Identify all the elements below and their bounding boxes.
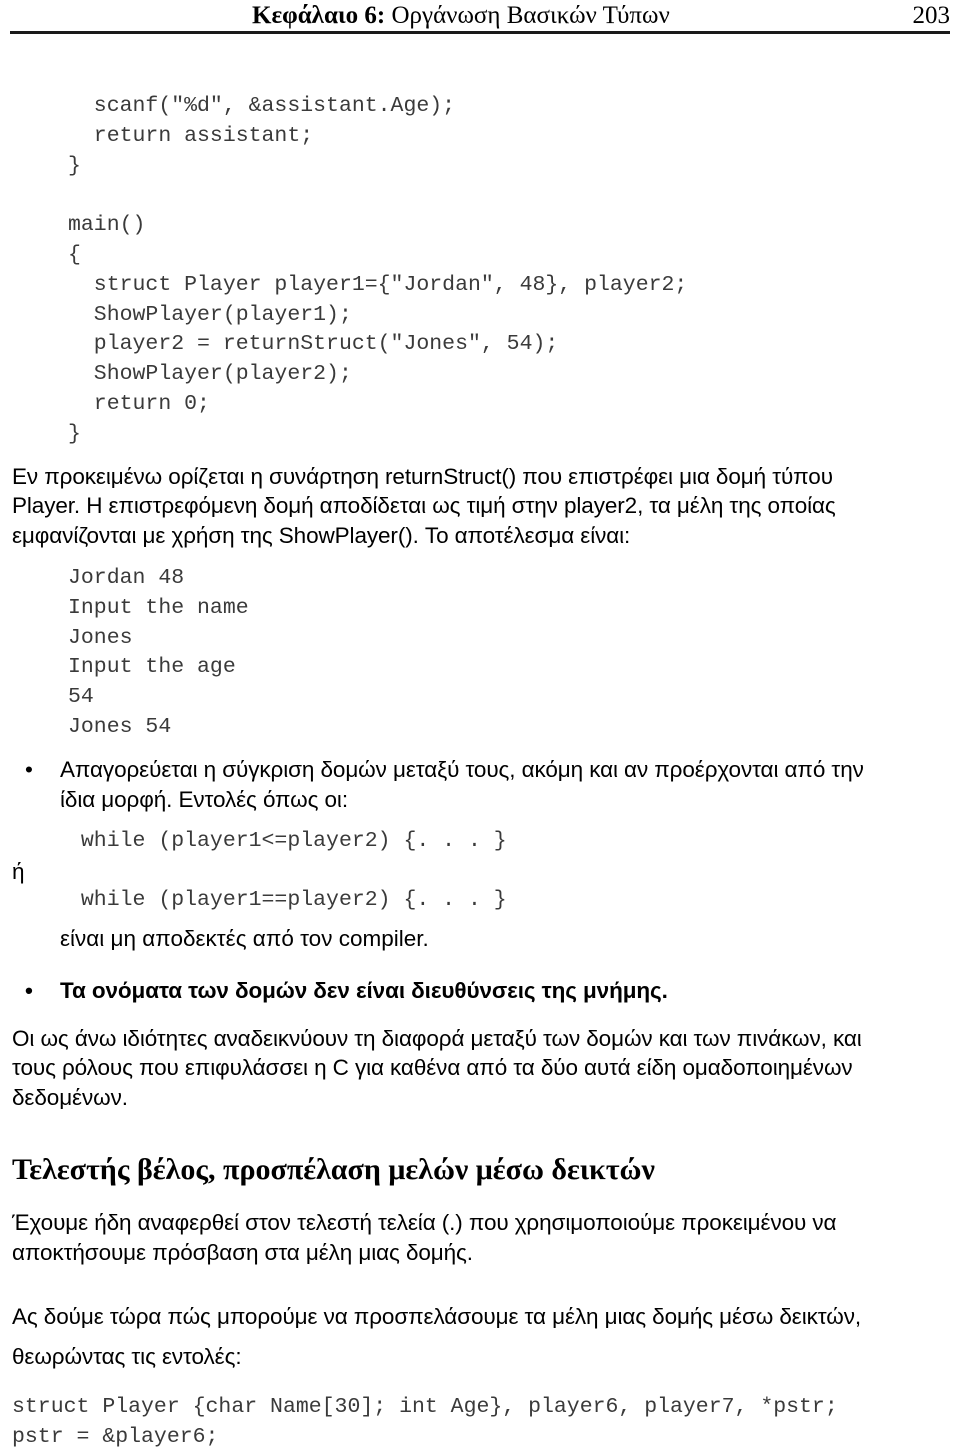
output-line: Input the name	[68, 595, 249, 620]
output-line: 54	[68, 685, 94, 710]
code-line: struct Player {char Name[30]; int Age}, …	[12, 1395, 838, 1420]
paragraph-line: δεδομένων.	[12, 1084, 128, 1110]
list-item-line: ίδια μορφή. Εντολές όπως οι:	[60, 786, 348, 812]
output-line: Input the age	[68, 655, 236, 680]
header-rule-divider	[10, 31, 950, 34]
list-item-line: Απαγορεύεται η σύγκριση δομών μεταξύ του…	[60, 756, 864, 782]
code-line: scanf("%d", &assistant.Age);	[68, 94, 456, 118]
paragraph-line: Ας δούμε τώρα πώς μπορούμε να προσπελάσο…	[12, 1304, 862, 1330]
code-line: return assistant;	[68, 123, 314, 148]
document-page: Κεφάλαιο 6: Οργάνωση Βασικών Τύπων 203 s…	[0, 0, 960, 1449]
header-chapter-name: Οργάνωση Βασικών Τύπων	[385, 2, 670, 29]
section-heading-arrow-operator: Τελεστής βέλος, προσπέλαση μελών μέσω δε…	[12, 1153, 655, 1187]
bullet-dot-icon: •	[25, 756, 33, 782]
paragraph-line: αποκτήσουμε πρόσβαση στα μέλη μιας δομής…	[12, 1239, 473, 1265]
paragraph-returnstruct: Εν προκειμένω ορίζεται η συνάρτηση retur…	[12, 462, 950, 551]
code-line: struct Player player1={"Jordan", 48}, pl…	[68, 272, 688, 297]
code-line: ShowPlayer(player2);	[68, 362, 352, 387]
paragraph-pointer-access: Ας δούμε τώρα πώς μπορούμε να προσπελάσο…	[12, 1297, 950, 1377]
code-block-main: scanf("%d", &assistant.Age); return assi…	[68, 92, 950, 450]
bullet-dot-icon: •	[25, 977, 33, 1003]
paragraph-dot-operator: Έχουμε ήδη αναφερθεί στον τελεστή τελεία…	[12, 1208, 950, 1267]
paragraph-line: θεωρώντας τις εντολές:	[12, 1344, 242, 1370]
page-number: 203	[912, 2, 951, 29]
code-line: }	[68, 153, 81, 178]
paragraph-line: Έχουμε ήδη αναφερθεί στον τελεστή τελεία…	[12, 1210, 837, 1236]
code-line: {	[68, 242, 81, 267]
paragraph-line: τους ρόλους που επιφυλάσσει η C για καθέ…	[12, 1055, 853, 1081]
conjunction-or: ή	[12, 858, 25, 884]
code-block-pointer-decl: struct Player {char Name[30]; int Age}, …	[12, 1393, 950, 1453]
code-line: player2 = returnStruct("Jones", 54);	[68, 332, 559, 357]
list-item-line: Τα ονόματα των δομών δεν είναι διευθύνσε…	[60, 977, 668, 1003]
code-line: main()	[68, 213, 146, 238]
page-header: Κεφάλαιο 6: Οργάνωση Βασικών Τύπων 203	[12, 2, 950, 32]
paragraph-line: Οι ως άνω ιδιότητες αναδεικνύουν τη διαφ…	[12, 1025, 862, 1051]
list-item-comparison: • Απαγορεύεται η σύγκριση δομών μεταξύ τ…	[12, 755, 950, 815]
paragraph-line: εμφανίζονται με χρήση της ShowPlayer(). …	[12, 522, 631, 548]
output-line: Jones	[68, 625, 133, 650]
code-while-less-equal: while (player1<=player2) {. . . }	[68, 828, 507, 853]
code-line: }	[68, 421, 81, 446]
code-line: return 0;	[68, 391, 210, 416]
list-item-struct-names: • Τα ονόματα των δομών δεν είναι διευθύν…	[12, 976, 950, 1006]
header-title: Κεφάλαιο 6: Οργάνωση Βασικών Τύπων	[12, 2, 670, 30]
header-chapter-label: Κεφάλαιο 6:	[252, 2, 386, 29]
output-line: Jones 54	[68, 715, 172, 740]
code-line: pstr = &player6;	[12, 1425, 219, 1450]
code-while-equal-equal: while (player1==player2) {. . . }	[68, 888, 507, 913]
paragraph-properties-summary: Οι ως άνω ιδιότητες αναδεικνύουν τη διαφ…	[12, 1024, 950, 1113]
text-compiler-rejects: είναι μη αποδεκτές από τον compiler.	[60, 925, 429, 951]
paragraph-line: Εν προκειμένω ορίζεται η συνάρτηση retur…	[12, 463, 833, 489]
output-line: Jordan 48	[68, 566, 185, 591]
code-line: ShowPlayer(player1);	[68, 302, 352, 327]
code-block-output: Jordan 48 Input the name Jones Input the…	[68, 564, 950, 743]
page-content: scanf("%d", &assistant.Age); return assi…	[12, 92, 950, 1453]
paragraph-line: Player. Η επιστρεφόμενη δομή αποδίδεται …	[12, 493, 836, 519]
